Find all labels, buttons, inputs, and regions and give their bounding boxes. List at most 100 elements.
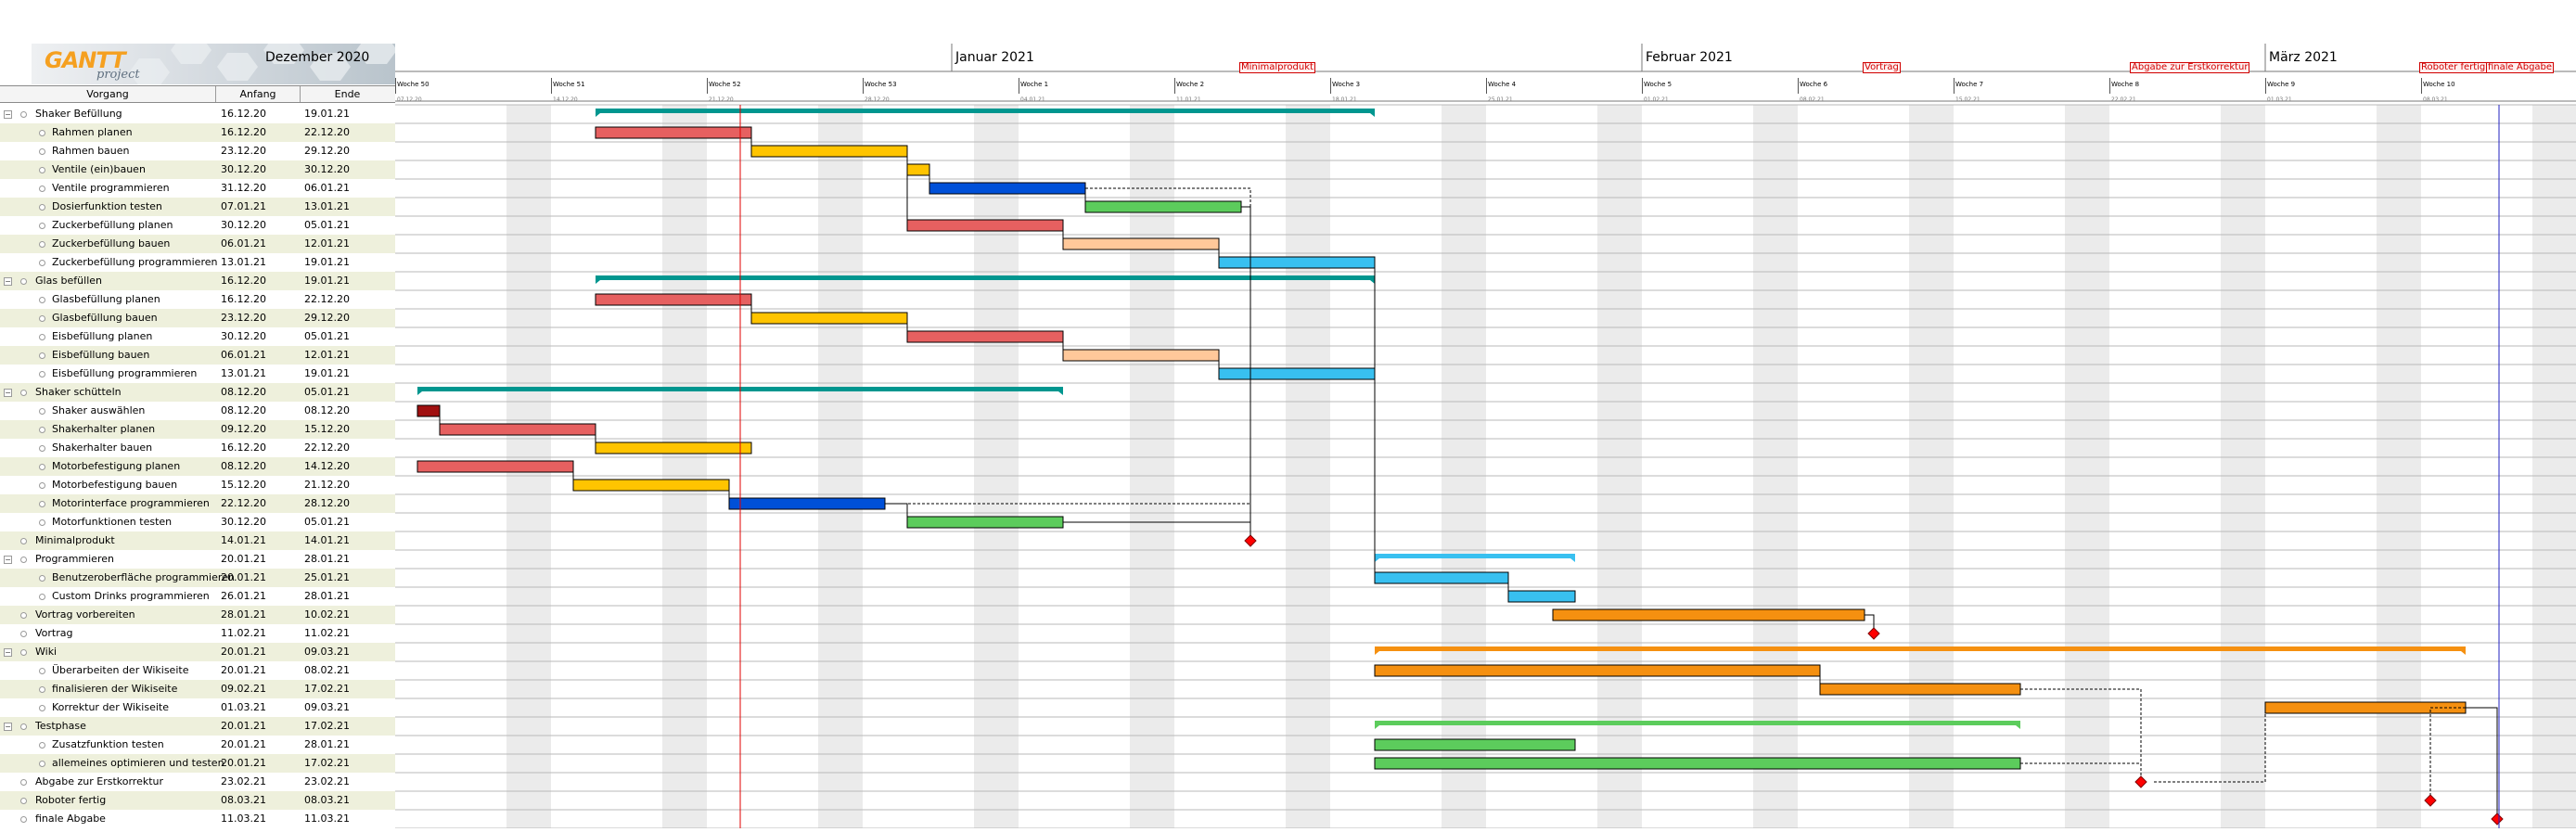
task-end[interactable]: 13.01.21 <box>304 198 350 216</box>
task-row[interactable]: Zuckerbefüllung planen 30.12.20 05.01.21 <box>0 216 395 235</box>
task-name[interactable]: Überarbeiten der Wikiseite <box>52 661 188 680</box>
task-name[interactable]: Rahmen planen <box>52 123 133 142</box>
task-start[interactable]: 20.01.21 <box>221 717 266 736</box>
task-end[interactable]: 17.02.21 <box>304 717 350 736</box>
task-start[interactable]: 20.01.21 <box>221 754 266 773</box>
task-name[interactable]: Custom Drinks programmieren <box>52 587 210 606</box>
task-start[interactable]: 23.12.20 <box>221 309 266 327</box>
collapse-toggle-icon[interactable]: − <box>4 556 12 564</box>
task-end[interactable]: 05.01.21 <box>304 216 350 235</box>
task-name[interactable]: Eisbefüllung planen <box>52 327 152 346</box>
task-name[interactable]: finalisieren der Wikiseite <box>52 680 177 698</box>
task-name[interactable]: finale Abgabe <box>35 810 106 828</box>
task-start[interactable]: 11.03.21 <box>221 810 266 828</box>
task-end[interactable]: 19.01.21 <box>304 272 350 290</box>
task-name[interactable]: Minimalprodukt <box>35 531 115 550</box>
task-start[interactable]: 08.12.20 <box>221 402 266 420</box>
column-header-name[interactable]: Vorgang <box>0 86 216 102</box>
task-name[interactable]: Benutzeroberfläche programmieren <box>52 569 235 587</box>
task-row[interactable]: Rahmen bauen 23.12.20 29.12.20 <box>0 142 395 160</box>
task-row[interactable]: Motorbefestigung planen 08.12.20 14.12.20 <box>0 457 395 476</box>
task-end[interactable]: 06.01.21 <box>304 179 350 198</box>
task-start[interactable]: 28.01.21 <box>221 606 266 624</box>
task-start[interactable]: 30.12.20 <box>221 160 266 179</box>
task-end[interactable]: 08.03.21 <box>304 791 350 810</box>
task-start[interactable]: 26.01.21 <box>221 587 266 606</box>
task-start[interactable]: 20.01.21 <box>221 661 266 680</box>
task-name[interactable]: Korrektur der Wikiseite <box>52 698 169 717</box>
task-end[interactable]: 17.02.21 <box>304 680 350 698</box>
task-start[interactable]: 13.01.21 <box>221 365 266 383</box>
task-row[interactable]: allemeines optimieren und testen 20.01.21… <box>0 754 395 773</box>
task-start[interactable]: 22.12.20 <box>221 494 266 513</box>
task-row[interactable]: Zusatzfunktion testen 20.01.21 28.01.21 <box>0 736 395 754</box>
task-name[interactable]: Motorbefestigung planen <box>52 457 180 476</box>
collapse-toggle-icon[interactable]: − <box>4 723 12 731</box>
task-row[interactable]: Shakerhalter bauen 16.12.20 22.12.20 <box>0 439 395 457</box>
task-end[interactable]: 22.12.20 <box>304 123 350 142</box>
task-row[interactable]: Vortrag 11.02.21 11.02.21 <box>0 624 395 643</box>
task-start[interactable]: 20.01.21 <box>221 736 266 754</box>
task-end[interactable]: 19.01.21 <box>304 105 350 123</box>
task-start[interactable]: 11.02.21 <box>221 624 266 643</box>
task-name[interactable]: Programmieren <box>35 550 114 569</box>
task-row[interactable]: Eisbefüllung bauen 06.01.21 12.01.21 <box>0 346 395 365</box>
task-name[interactable]: Vortrag vorbereiten <box>35 606 135 624</box>
task-end[interactable]: 09.03.21 <box>304 698 350 717</box>
task-row[interactable]: Glasbefüllung bauen 23.12.20 29.12.20 <box>0 309 395 327</box>
task-start[interactable]: 06.01.21 <box>221 235 266 253</box>
task-row[interactable]: Rahmen planen 16.12.20 22.12.20 <box>0 123 395 142</box>
task-row[interactable]: finale Abgabe 11.03.21 11.03.21 <box>0 810 395 828</box>
task-row[interactable]: Motorinterface programmieren 22.12.20 28.1… <box>0 494 395 513</box>
task-start[interactable]: 08.12.20 <box>221 457 266 476</box>
task-start[interactable]: 30.12.20 <box>221 513 266 531</box>
task-end[interactable]: 05.01.21 <box>304 513 350 531</box>
task-end[interactable]: 21.12.20 <box>304 476 350 494</box>
task-row[interactable]: Dosierfunktion testen 07.01.21 13.01.21 <box>0 198 395 216</box>
task-row[interactable]: Shaker auswählen 08.12.20 08.12.20 <box>0 402 395 420</box>
task-end[interactable]: 17.02.21 <box>304 754 350 773</box>
task-start[interactable]: 23.02.21 <box>221 773 266 791</box>
task-end[interactable]: 12.01.21 <box>304 235 350 253</box>
task-name[interactable]: Glasbefüllung planen <box>52 290 160 309</box>
task-name[interactable]: Zuckerbefüllung planen <box>52 216 173 235</box>
task-start[interactable]: 20.01.21 <box>221 643 266 661</box>
task-name[interactable]: Shaker Befüllung <box>35 105 122 123</box>
task-name[interactable]: Motorfunktionen testen <box>52 513 172 531</box>
task-end[interactable]: 28.12.20 <box>304 494 350 513</box>
task-end[interactable]: 22.12.20 <box>304 290 350 309</box>
column-header-end[interactable]: Ende <box>301 86 394 102</box>
task-start[interactable]: 16.12.20 <box>221 272 266 290</box>
task-start[interactable]: 30.12.20 <box>221 216 266 235</box>
task-start[interactable]: 23.12.20 <box>221 142 266 160</box>
task-name[interactable]: Zuckerbefüllung bauen <box>52 235 170 253</box>
task-row[interactable]: Eisbefüllung planen 30.12.20 05.01.21 <box>0 327 395 346</box>
task-end[interactable]: 11.03.21 <box>304 810 350 828</box>
task-start[interactable]: 30.12.20 <box>221 327 266 346</box>
task-start[interactable]: 13.01.21 <box>221 253 266 272</box>
task-row[interactable]: − Testphase 20.01.21 17.02.21 <box>0 717 395 736</box>
collapse-toggle-icon[interactable]: − <box>4 277 12 286</box>
gantt-chart-area[interactable]: Dezember 2020 Januar 2021 Februar 2021 März… <box>261 44 2576 829</box>
task-start[interactable]: 08.12.20 <box>221 383 266 402</box>
task-name[interactable]: Wiki <box>35 643 57 661</box>
task-row[interactable]: Glasbefüllung planen 16.12.20 22.12.20 <box>0 290 395 309</box>
task-start[interactable]: 01.03.21 <box>221 698 266 717</box>
task-name[interactable]: Dosierfunktion testen <box>52 198 162 216</box>
task-start[interactable]: 16.12.20 <box>221 105 266 123</box>
task-name[interactable]: Eisbefüllung programmieren <box>52 365 197 383</box>
task-start[interactable]: 06.01.21 <box>221 346 266 365</box>
task-start[interactable]: 16.12.20 <box>221 123 266 142</box>
task-start[interactable]: 14.01.21 <box>221 531 266 550</box>
task-row[interactable]: Ventile (ein)bauen 30.12.20 30.12.20 <box>0 160 395 179</box>
task-row[interactable]: Benutzeroberfläche programmieren 20.01.21… <box>0 569 395 587</box>
task-end[interactable]: 28.01.21 <box>304 550 350 569</box>
task-start[interactable]: 09.12.20 <box>221 420 266 439</box>
task-name[interactable]: Rahmen bauen <box>52 142 130 160</box>
task-name[interactable]: Zusatzfunktion testen <box>52 736 164 754</box>
column-header-start[interactable]: Anfang <box>216 86 301 102</box>
task-name[interactable]: Ventile (ein)bauen <box>52 160 146 179</box>
task-end[interactable]: 23.02.21 <box>304 773 350 791</box>
task-end[interactable]: 29.12.20 <box>304 142 350 160</box>
task-end[interactable]: 29.12.20 <box>304 309 350 327</box>
